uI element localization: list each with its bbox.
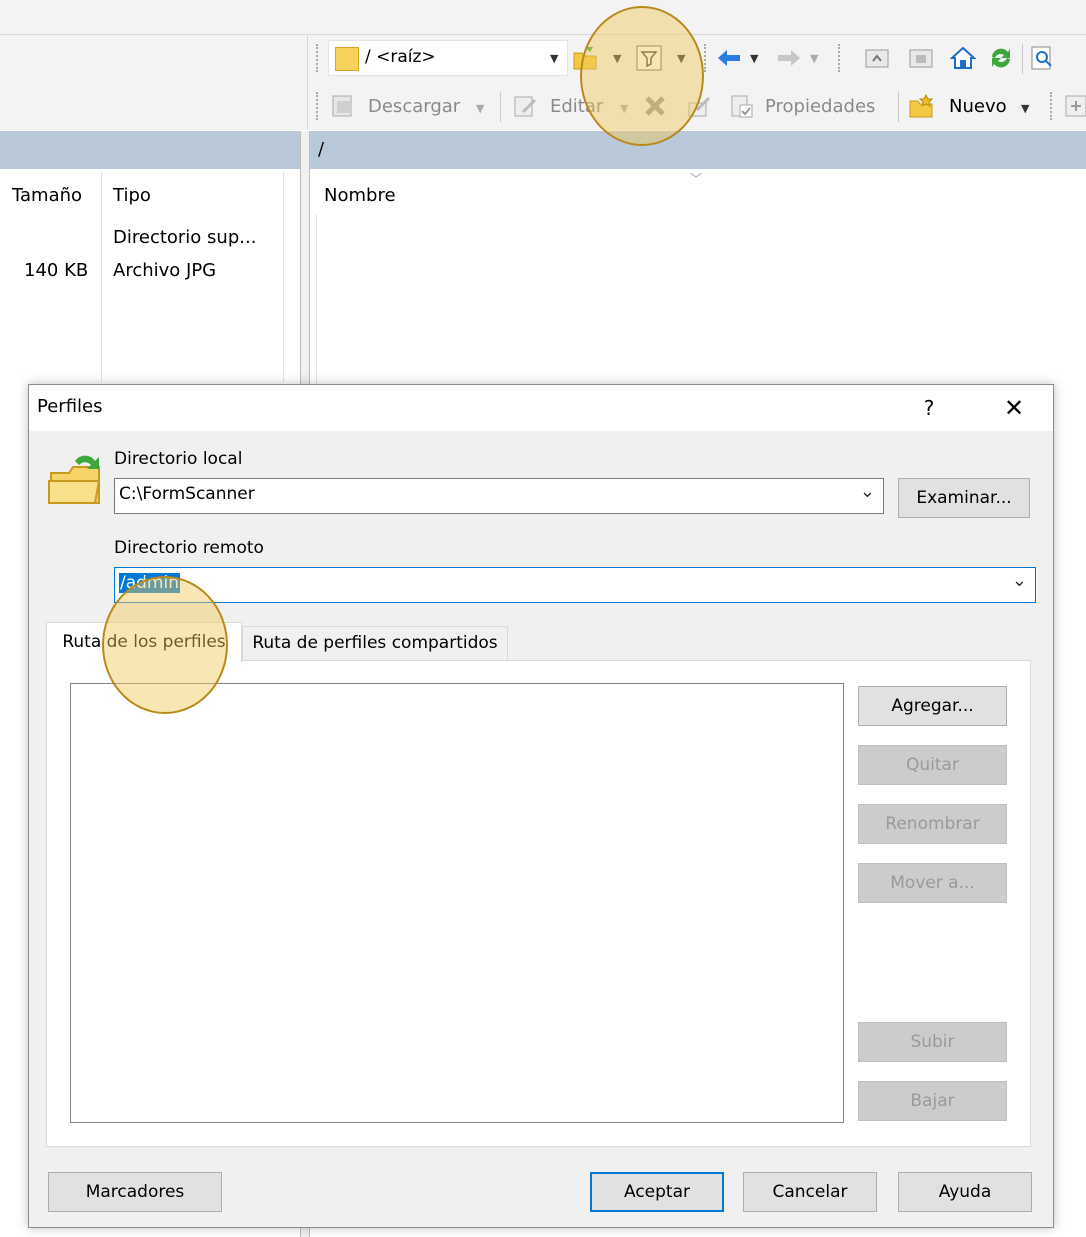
- help-button[interactable]: ?: [909, 393, 949, 423]
- parent-directory-icon[interactable]: [864, 45, 890, 71]
- dialog-title: Perfiles: [37, 396, 103, 417]
- local-directory-value: C:\FormScanner: [119, 484, 255, 504]
- row-size-cell: 140 KB: [24, 260, 89, 281]
- chevron-down-icon[interactable]: ⌄: [860, 481, 875, 502]
- new-folder-icon[interactable]: [908, 93, 934, 119]
- move-down-button[interactable]: Bajar: [858, 1081, 1007, 1121]
- new-button-label[interactable]: Nuevo: [949, 96, 1007, 117]
- cancel-button[interactable]: Cancelar: [743, 1172, 877, 1212]
- toolbar-grip[interactable]: [316, 92, 322, 120]
- highlight-marker: [580, 6, 704, 146]
- remote-path-label: /: [318, 139, 325, 160]
- download-dropdown[interactable]: ▼: [476, 102, 484, 115]
- refresh-icon[interactable]: [988, 45, 1014, 71]
- local-pane-path-bar: [0, 131, 300, 169]
- column-separator[interactable]: [101, 172, 102, 382]
- move-to-button[interactable]: Mover a...: [858, 863, 1007, 903]
- chevron-down-icon[interactable]: ⌄: [1012, 570, 1027, 591]
- toolbar-grip[interactable]: [838, 44, 844, 72]
- new-dropdown[interactable]: ▼: [1021, 102, 1029, 115]
- back-arrow-icon[interactable]: [716, 45, 742, 71]
- toolbar-separator: [1022, 44, 1023, 74]
- profile-folder-icon: [47, 453, 103, 507]
- column-header-type[interactable]: Tipo: [113, 185, 151, 206]
- toolbar-separator: [898, 92, 899, 122]
- local-directory-label: Directorio local: [114, 449, 243, 469]
- download-button-label[interactable]: Descargar: [368, 96, 460, 117]
- column-separator[interactable]: [283, 172, 284, 382]
- dialog-titlebar: Perfiles ? ✕: [29, 385, 1053, 431]
- local-toolbar-blank: [0, 35, 308, 130]
- profiles-dialog: Perfiles ? ✕ Directorio local C:\FormSca…: [28, 384, 1054, 1228]
- column-header-size[interactable]: Tamaño: [12, 185, 82, 206]
- properties-icon[interactable]: [728, 93, 754, 119]
- toolbar-grip[interactable]: [316, 44, 322, 72]
- download-icon[interactable]: [330, 93, 356, 119]
- rename-button[interactable]: Renombrar: [858, 804, 1007, 844]
- remote-pane-path-bar: /: [310, 131, 1086, 169]
- find-files-icon[interactable]: [1030, 45, 1056, 71]
- remote-path-combo[interactable]: / <raíz>: [328, 40, 568, 76]
- path-dropdown-arrow[interactable]: ▼: [550, 52, 558, 65]
- column-separator: [316, 214, 317, 384]
- folder-icon: [335, 47, 359, 71]
- add-button[interactable]: Agregar...: [858, 686, 1007, 726]
- local-directory-combo[interactable]: C:\FormScanner ⌄: [114, 478, 884, 514]
- window-top-strip: [0, 0, 1086, 35]
- properties-button-label[interactable]: Propiedades: [765, 96, 875, 117]
- toolbar-grip[interactable]: [1050, 92, 1056, 120]
- sort-chevron-icon: ﹀: [690, 172, 703, 186]
- forward-arrow-icon[interactable]: [776, 45, 802, 71]
- row-type-cell: Archivo JPG: [113, 260, 217, 281]
- remote-path-text: / <raíz>: [365, 47, 436, 67]
- row-type-cell: Directorio sup...: [113, 227, 257, 248]
- browse-button[interactable]: Examinar...: [898, 478, 1030, 518]
- profiles-list[interactable]: [70, 683, 844, 1123]
- toolbar-separator: [500, 92, 501, 122]
- bookmarks-button[interactable]: Marcadores: [48, 1172, 222, 1212]
- edit-icon[interactable]: [512, 93, 538, 119]
- forward-dropdown[interactable]: ▼: [810, 52, 818, 65]
- help-footer-button[interactable]: Ayuda: [898, 1172, 1032, 1212]
- remove-button[interactable]: Quitar: [858, 745, 1007, 785]
- tab-shared-profiles-path[interactable]: Ruta de perfiles compartidos: [242, 626, 508, 661]
- close-button[interactable]: ✕: [991, 393, 1037, 423]
- move-up-button[interactable]: Subir: [858, 1022, 1007, 1062]
- highlight-marker: [102, 576, 228, 714]
- root-directory-icon[interactable]: [908, 45, 934, 71]
- ok-button[interactable]: Aceptar: [590, 1172, 724, 1212]
- remote-directory-combo[interactable]: /admin ⌄: [114, 567, 1036, 603]
- remote-directory-label: Directorio remoto: [114, 538, 264, 558]
- home-icon[interactable]: [949, 45, 977, 71]
- toolbar-grip[interactable]: [704, 44, 710, 72]
- column-header-name[interactable]: Nombre: [324, 185, 396, 206]
- add-icon[interactable]: [1064, 93, 1086, 119]
- back-dropdown[interactable]: ▼: [750, 52, 758, 65]
